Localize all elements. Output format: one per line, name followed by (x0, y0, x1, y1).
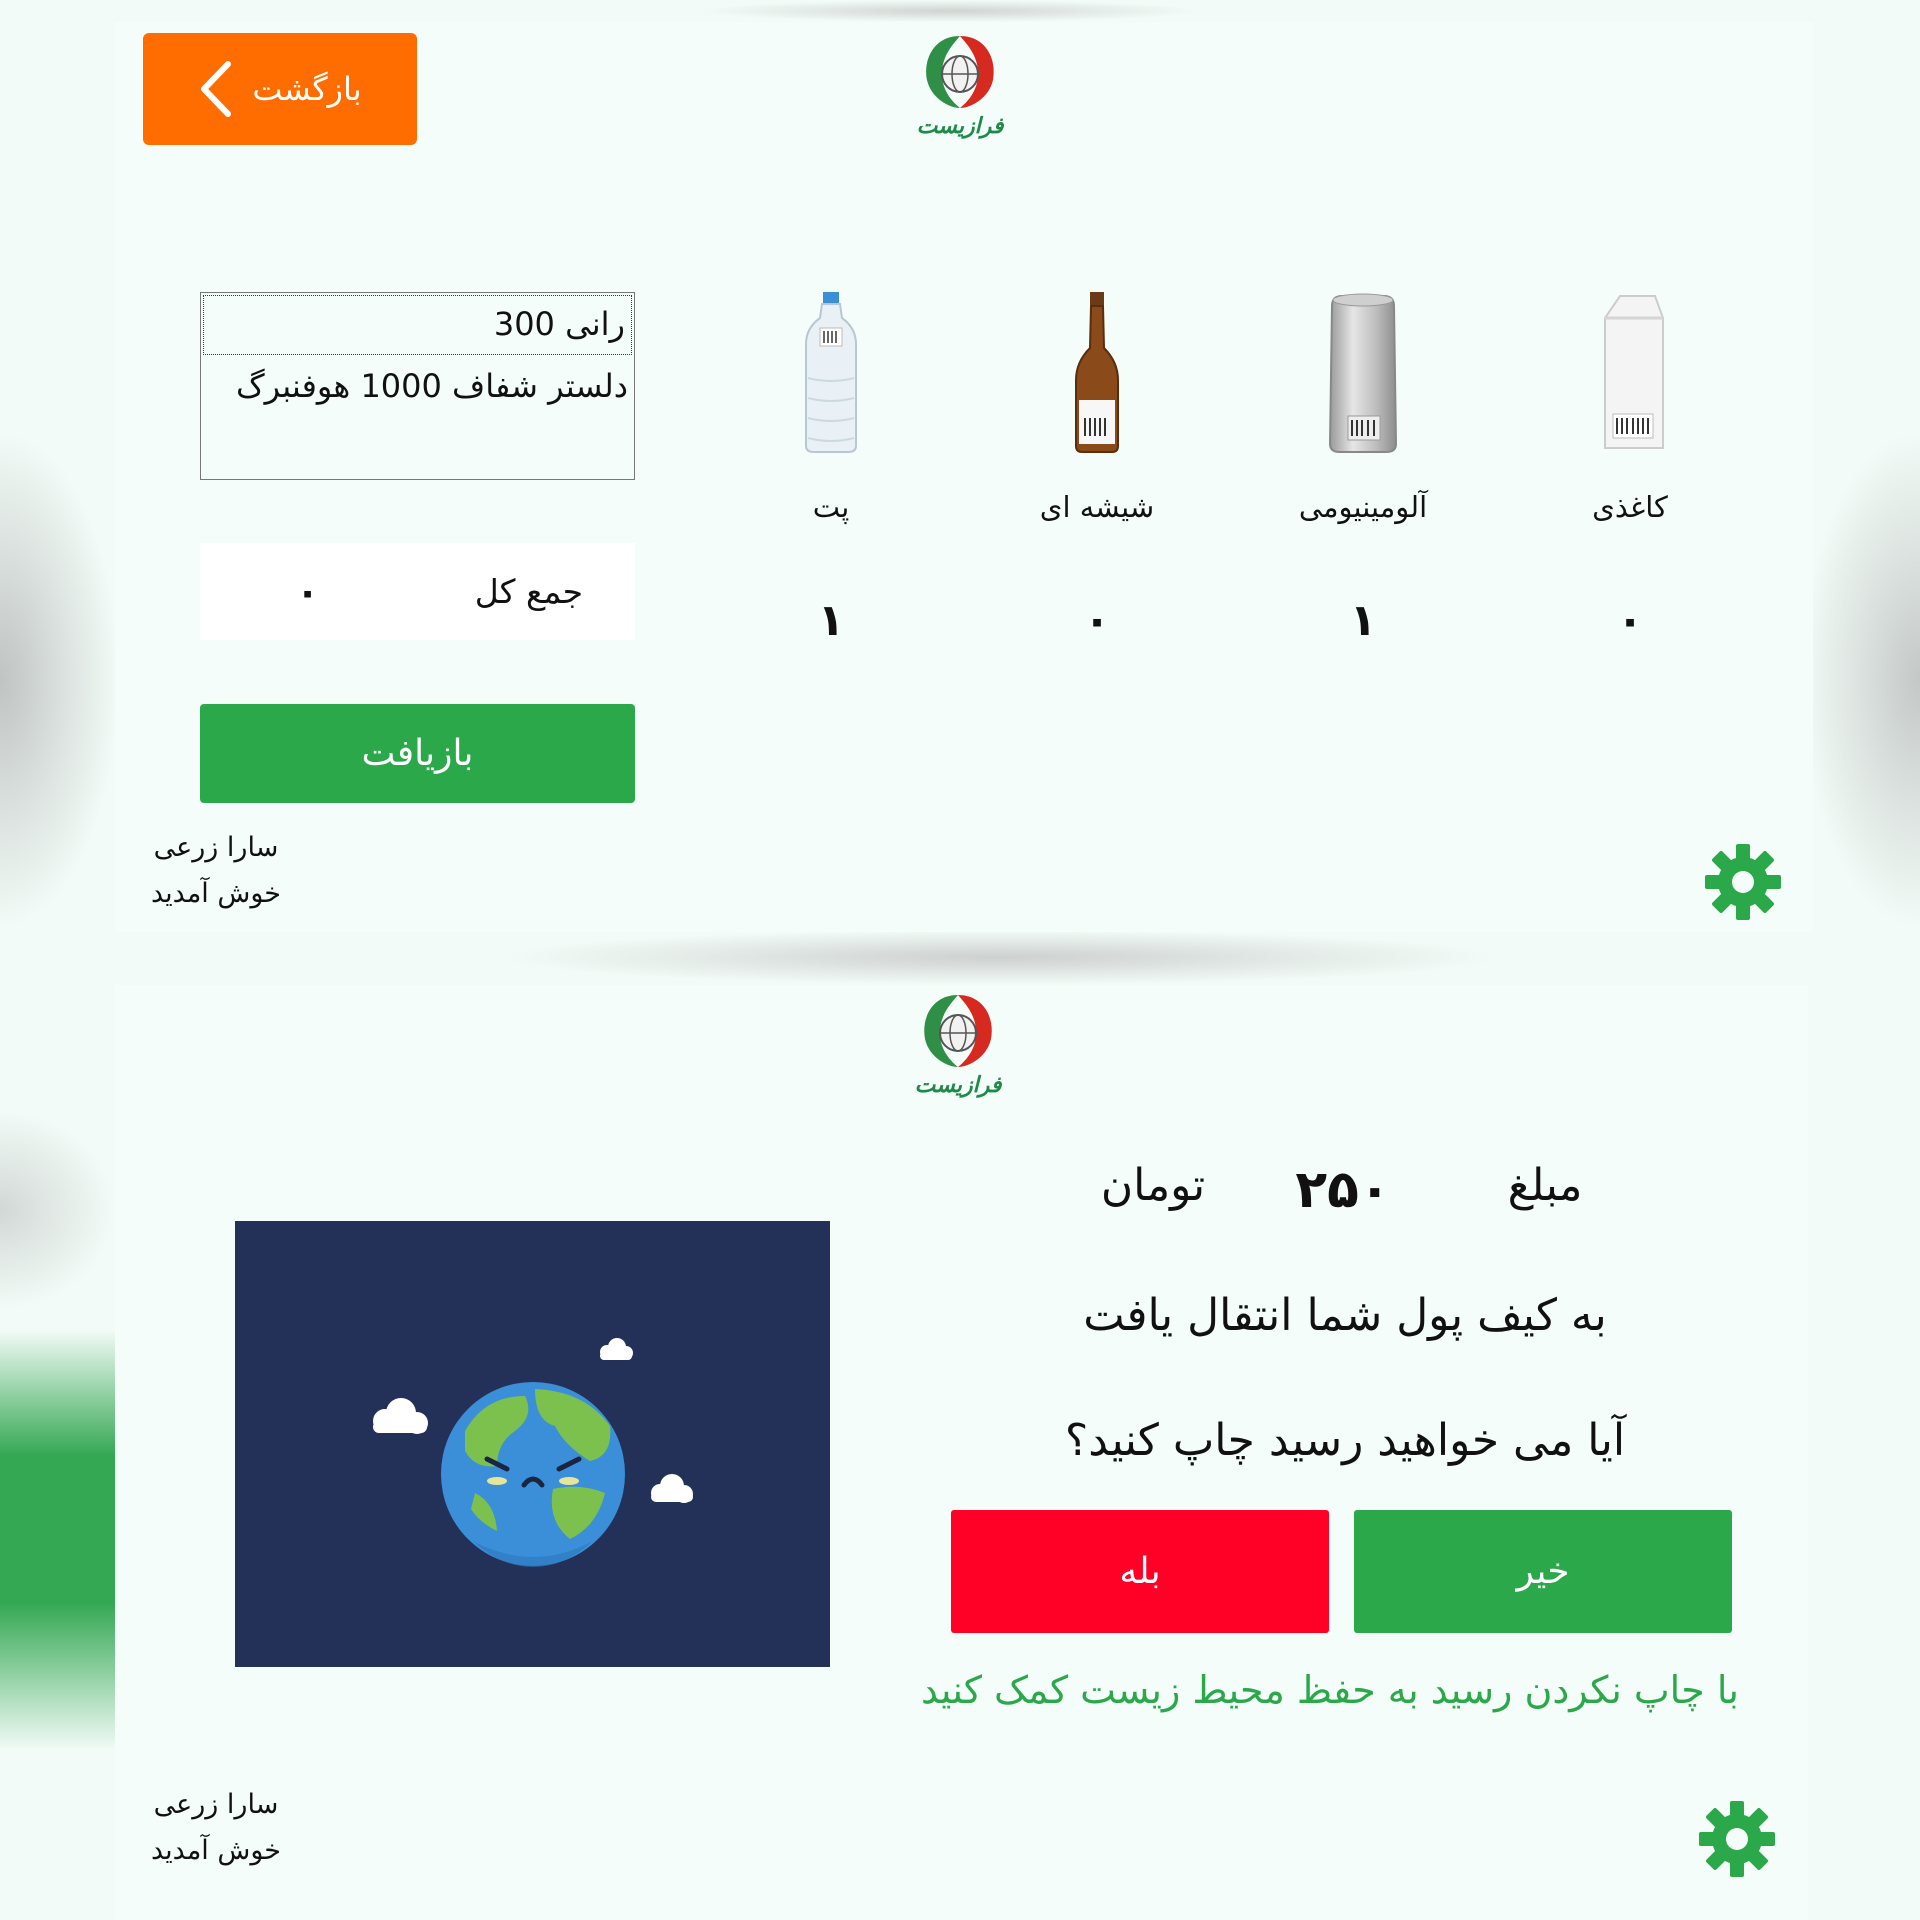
globe-icon (441, 1382, 625, 1567)
welcome-text: خوش آمدید (150, 878, 281, 909)
yes-button[interactable]: بله (951, 1510, 1329, 1633)
globe-logo-icon (926, 36, 994, 108)
item-label-glass: شیشه ای (1039, 490, 1155, 524)
total-label: جمع کل (474, 572, 583, 611)
chevron-left-icon (198, 60, 234, 118)
background-blur (0, 430, 120, 930)
item-count-aluminum: ۱ (1349, 595, 1377, 646)
welcome-text: خوش آمدید (150, 1835, 281, 1866)
background-blur (1800, 430, 1920, 930)
gear-icon[interactable] (1697, 1799, 1777, 1879)
total-box: جمع کل ۰ (200, 543, 635, 640)
user-greeting: سارا زرعی خوش آمدید (116, 1782, 316, 1874)
user-greeting: سارا زرعی خوش آمدید (116, 825, 316, 917)
background-blur (0, 1330, 115, 1750)
eco-hint: با چاپ نکردن رسید به حفظ محیط زیست کمک ک… (920, 1668, 1739, 1712)
no-button[interactable]: خیر (1354, 1510, 1732, 1633)
item-label-pet: پت (812, 490, 850, 524)
total-value: ۰ (296, 569, 320, 614)
background-blur (700, 0, 1200, 22)
cloud-icon (373, 1398, 428, 1434)
item-count-pet: ۱ (817, 595, 845, 646)
item-label-paper: کاغذی (1592, 490, 1668, 524)
cloud-icon (600, 1338, 633, 1360)
screen-divider (500, 930, 1500, 985)
earth-illustration (235, 1221, 830, 1667)
glass-bottle-icon (1052, 288, 1142, 458)
amount-value: ۲۵۰ (1295, 1160, 1391, 1220)
globe-logo-icon (924, 995, 992, 1067)
print-question: آیا می خواهید رسید چاپ کنید؟ (1064, 1415, 1626, 1466)
brand-logo: فرازیست (903, 987, 1013, 1112)
cloud-icon (651, 1474, 693, 1503)
list-item[interactable]: رانی 300 (203, 295, 632, 355)
background-blur (0, 1110, 115, 1310)
logo-text: فرازیست (916, 114, 1004, 139)
aluminum-can-icon (1318, 288, 1408, 458)
paper-carton-icon (1585, 288, 1675, 458)
user-name: سارا زرعی (153, 1789, 279, 1820)
list-item[interactable]: دلستر شفاف 1000 هوفنبرگ (201, 357, 634, 415)
amount-unit: تومان (1100, 1160, 1206, 1211)
item-count-paper: ۰ (1616, 595, 1644, 646)
transfer-message: به کیف پول شما انتقال یافت (1083, 1290, 1607, 1341)
pet-bottle-icon (786, 288, 876, 458)
gear-icon[interactable] (1703, 842, 1783, 922)
recycle-button[interactable]: بازیافت (200, 704, 635, 803)
back-button-label: بازگشت (252, 70, 362, 108)
user-name: سارا زرعی (153, 832, 279, 863)
brand-logo: فرازیست (905, 28, 1015, 153)
amount-label: مبلغ (1507, 1160, 1583, 1211)
logo-text: فرازیست (914, 1073, 1002, 1098)
back-button[interactable]: بازگشت (143, 33, 417, 145)
item-count-glass: ۰ (1083, 595, 1111, 646)
item-label-aluminum: آلومینیومی (1298, 490, 1428, 524)
product-list[interactable]: رانی 300 دلستر شفاف 1000 هوفنبرگ (200, 292, 635, 480)
